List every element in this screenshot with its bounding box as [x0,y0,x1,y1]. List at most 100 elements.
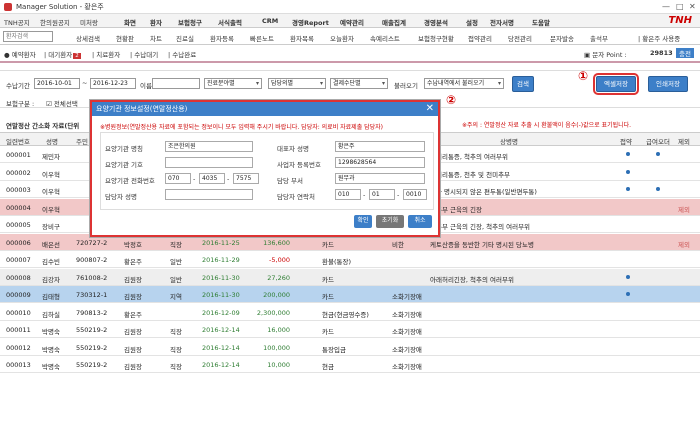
cell-d: 730312-1 [76,291,108,299]
menu-item[interactable]: 도움말 [532,17,550,27]
cancel-button[interactable]: 취소 [408,215,432,228]
toolbar-item[interactable]: 빠른노트 [250,33,274,43]
tab-treating[interactable]: | 치료환자 [92,49,120,59]
inst-code-label: 요양기관 기호 [105,161,143,169]
confirm-button[interactable]: 확인 [354,215,372,228]
menu-item[interactable]: 전자서명 [490,17,514,27]
menu-item[interactable]: TNH공지 [4,17,30,27]
menu-item[interactable]: CRM [262,17,278,25]
doctor-select[interactable]: 담당의별 [268,78,326,89]
toolbar-item[interactable]: 상세검색 [76,33,100,43]
menu-bar: TNH공지 한의원공지 미처랑 화면 환자 보험청구 서식출력 CRM 경영Re… [0,14,700,28]
contact-part2[interactable]: 01 [369,189,395,200]
phone-part3[interactable]: 7575 [233,173,259,184]
name-label: 이름 [140,82,152,90]
cell-name: 박명숙 [42,363,60,371]
menu-item[interactable]: 한의원공지 [40,17,70,27]
contact-part1[interactable]: 010 [335,189,361,200]
payment-select[interactable]: 결제수단별 [330,78,388,89]
toolbar-item[interactable]: 당전관리 [508,33,532,43]
cell-no: 000004 [6,203,31,212]
cell-dr: 황은주 [124,310,142,319]
toolbar-item[interactable]: 차트 [150,33,162,43]
cell-name: 이우혁 [42,170,60,179]
excel-save-button[interactable]: 엑셀저장 [593,73,639,95]
tab-pay-done[interactable]: | 수납완료 [168,49,196,59]
table-row[interactable]: 000007 김수빈 900807-2 황은주 일반 2016-11-29 -5,000 환불… [0,251,700,268]
date-to-input[interactable]: 2016-12-23 [90,78,136,89]
table-row[interactable]: 000013 박명숙 550219-2 김원장 직장 2016-12-14 10,000 현금… [0,356,700,373]
cell-no: 000009 [6,291,31,299]
dialog-close-icon[interactable]: ✕ [426,102,434,116]
toolbar-item[interactable]: 문자발송 [550,33,574,43]
name-input[interactable] [152,78,200,89]
cell-amt: 10,000 [267,361,290,369]
col-exclude: 제외 [678,138,690,146]
table-row[interactable]: 000010 김하실 790813-2 황은주 2016-12-09 2,300,000 현… [0,304,700,321]
rep-name-label: 대표자 성명 [277,145,309,153]
load-select[interactable]: 수납내역에서 불러오기 [424,78,504,89]
toolbar-item[interactable]: 속예리스트 [370,33,400,43]
cell-name: 장비구 [42,223,60,231]
toolbar-item[interactable]: 진료실 [176,33,194,43]
menu-item[interactable]: 환자 [150,17,162,27]
inst-name-input[interactable]: 조은한의원 [165,141,253,152]
select-all-checkbox[interactable]: ☑ 전체선택 [46,98,78,108]
rep-name-input[interactable]: 황은주 [335,141,425,152]
cell-amt: 27,260 [267,273,290,282]
cell-pay: 카드 [322,240,334,249]
patient-search-input[interactable]: 환자검색 [3,31,53,42]
cell-no: 000013 [6,361,31,369]
menu-item[interactable]: 매출집계 [382,17,406,27]
minimize-icon[interactable]: — [662,2,670,11]
menu-item[interactable]: 미처랑 [80,17,98,27]
menu-item[interactable]: 서식출력 [218,17,242,27]
contact-label: 담당자 연락처 [277,193,315,201]
menu-item[interactable]: 경영분석 [424,17,448,27]
toolbar-item[interactable]: 현황판 [116,33,134,43]
maximize-icon[interactable]: □ [676,2,684,11]
biz-no-input[interactable]: 1298628564 [335,157,425,168]
phone-part2[interactable]: 4035 [199,173,225,184]
menu-item[interactable]: 화면 [124,17,136,27]
tab-pay-waiting[interactable]: | 수납대기 [130,49,158,59]
toolbar-item[interactable]: 오늘환자 [330,33,354,43]
exclude-link[interactable]: 제외 [678,239,690,249]
toolbar-item[interactable]: 출석부 [590,33,608,43]
print-save-button[interactable]: 인쇄저장 [648,76,688,92]
phone-part1[interactable]: 070 [165,173,191,184]
menu-item[interactable]: 보험청구 [178,17,202,27]
cell-no: 000001 [6,151,31,159]
toolbar-item[interactable]: 환자목록 [290,33,314,43]
toolbar-item[interactable]: 접약관리 [468,33,492,43]
contact-part3[interactable]: 0010 [403,189,427,200]
cell-name: 김수빈 [42,258,60,266]
sms-point-label: ▣ 문자 Point : [584,51,627,59]
exclude-link[interactable]: 제외 [678,204,690,214]
cell-dx: 요추부 근육의 긴장, 척추의 여러부위 [430,223,531,231]
search-button[interactable]: 검색 [512,76,534,92]
dept-input[interactable]: 원무과 [335,173,425,184]
cell-d: 550219-2 [76,343,108,352]
menu-item[interactable]: 예약관리 [340,17,364,27]
table-row[interactable]: 000012 박명숙 550219-2 김원장 직장 2016-12-14 100,000 통… [0,339,700,356]
reset-button[interactable]: 초기화 [376,215,404,228]
table-row[interactable]: 000008 김강자 761008-2 김원장 일반 2016-11-30 27,260 카드… [0,268,700,286]
toolbar-item[interactable]: 환자등록 [210,33,234,43]
date-from-input[interactable]: 2016-10-01 [34,78,80,89]
tab-reserved[interactable]: ● 예약환자 [4,49,36,59]
table-row[interactable]: 000011 박명숙 550219-2 김원장 직장 2016-12-14 16,000 카드… [0,321,700,338]
tab-waiting[interactable]: | 대기환자 2 [44,49,81,59]
menu-item[interactable]: 경영Report [292,17,329,27]
department-select[interactable]: 진료분야별 [204,78,262,89]
inst-code-input[interactable] [165,157,253,168]
contract-dot [626,187,630,191]
cell-name: 이우혁 [42,205,60,214]
close-icon[interactable]: ✕ [689,2,696,11]
table-row[interactable]: 000009 김태형 730312-1 김원장 지역 2016-11-30 200,000 카… [0,286,700,303]
toolbar-item[interactable]: 보험청구현황 [418,33,454,43]
charge-button[interactable]: 충전 [676,48,694,58]
brand-logo: TNH [668,15,692,26]
manager-name-input[interactable] [165,189,253,200]
menu-item[interactable]: 설정 [466,17,478,27]
